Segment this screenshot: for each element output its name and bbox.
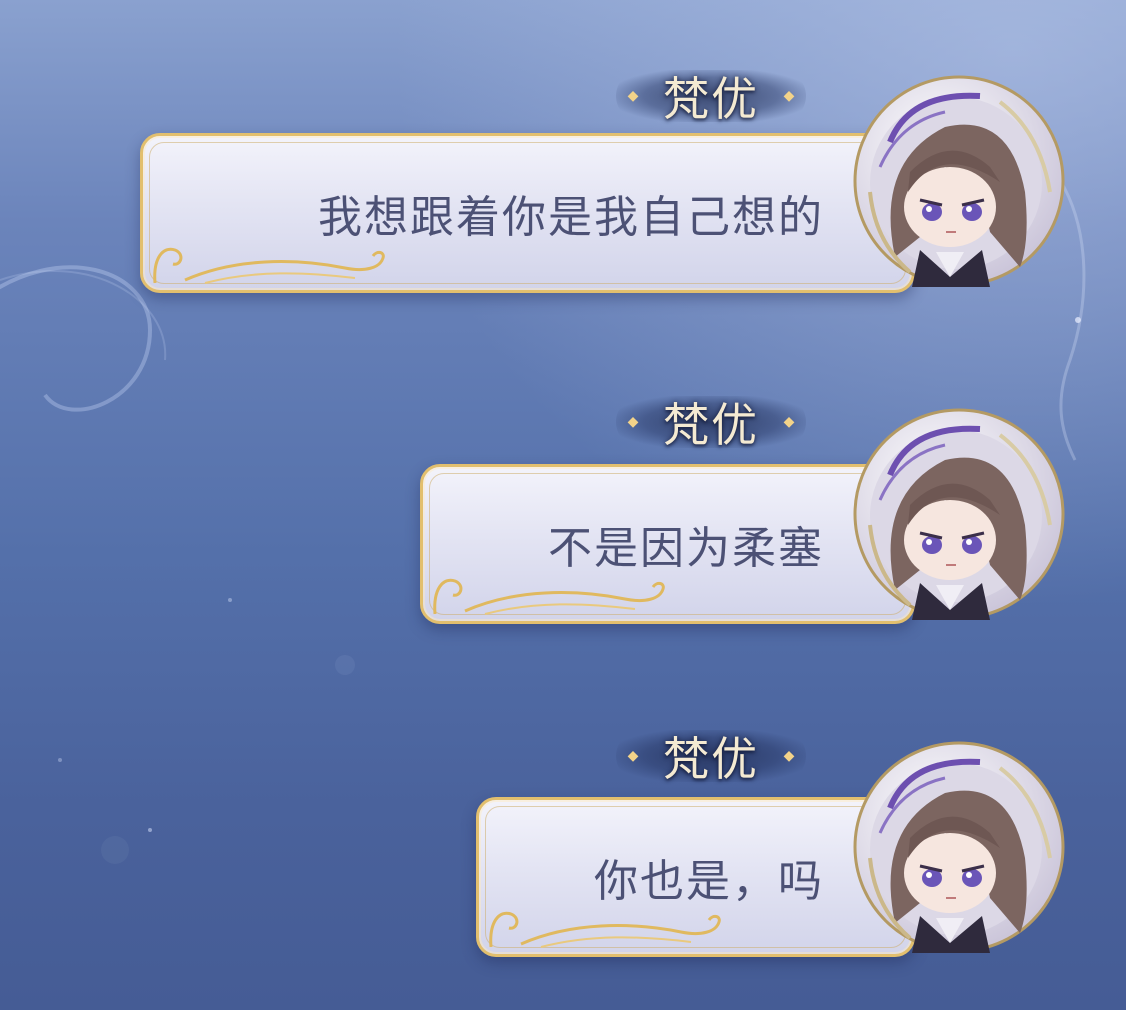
speaker-name: 梵优 [663,732,759,786]
chat-message: ◆ 梵优 ◆ 你也是，吗 [0,0,1126,1000]
diamond-sparkle-icon: ◆ [783,748,795,764]
avatar[interactable] [850,738,1068,956]
message-text: 你也是，吗 [594,856,824,907]
diamond-sparkle-icon: ◆ [627,748,639,764]
speaker-tag: ◆ 梵优 ◆ [606,726,816,786]
